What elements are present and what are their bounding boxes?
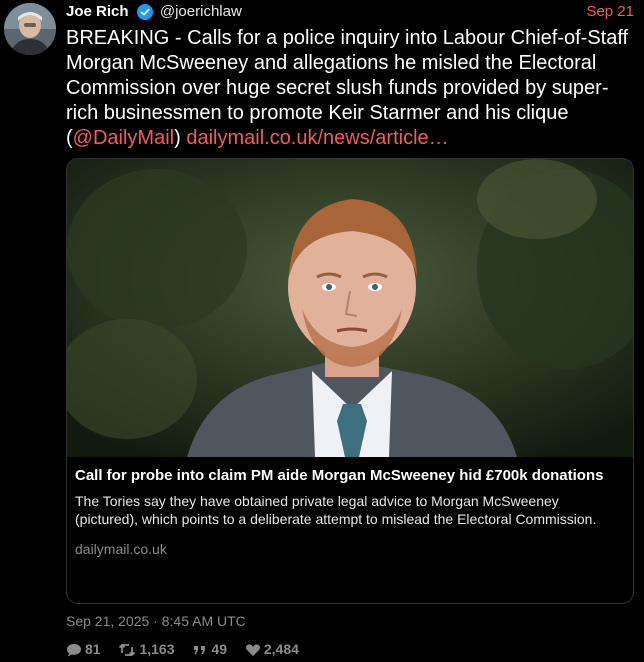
tweet-text: BREAKING - Calls for a police inquiry in… <box>66 26 636 151</box>
author-name[interactable]: Joe Rich <box>66 2 129 22</box>
avatar-photo-icon <box>4 3 56 55</box>
quote-stat[interactable]: 49 <box>192 640 227 658</box>
card-image[interactable] <box>67 159 633 457</box>
author-avatar[interactable] <box>4 3 56 55</box>
quote-icon <box>194 646 206 654</box>
reply-count: 81 <box>85 641 101 657</box>
quote-count: 49 <box>211 641 227 657</box>
article-link[interactable]: dailymail.co.uk/news/article… <box>186 127 448 149</box>
tweet-date[interactable]: Sep 21 <box>586 2 634 22</box>
author-handle[interactable]: @joerichlaw <box>160 2 242 22</box>
mention-link[interactable]: @DailyMail <box>73 127 174 149</box>
card-description: The Tories say they have obtained privat… <box>75 493 597 527</box>
tweet-header: Joe Rich @joerichlaw Sep 21 <box>66 2 634 22</box>
news-photo-icon <box>67 159 633 457</box>
link-card[interactable]: Call for probe into claim PM aide Morgan… <box>66 158 634 604</box>
like-count: 2,484 <box>263 641 299 657</box>
tweet-body-after: ) <box>174 127 187 149</box>
tweet-timestamp[interactable]: Sep 21, 2025 · 8:45 AM UTC <box>66 612 246 630</box>
verified-badge-icon <box>136 4 153 20</box>
reply-icon <box>67 644 81 657</box>
tweet: Joe Rich @joerichlaw Sep 21 BREAKING - C… <box>0 0 644 662</box>
like-stat[interactable]: 2,484 <box>245 640 299 658</box>
card-domain: dailymail.co.uk <box>75 541 167 557</box>
reply-stat[interactable]: 81 <box>66 640 101 658</box>
retweet-icon <box>119 643 136 657</box>
card-title[interactable]: Call for probe into claim PM aide Morgan… <box>75 465 623 486</box>
retweet-stat[interactable]: 1,163 <box>118 640 175 658</box>
heart-icon <box>245 644 260 656</box>
tweet-stats: 81 1,163 49 2,484 <box>66 640 313 658</box>
retweet-count: 1,163 <box>139 641 175 657</box>
card-body: Call for probe into claim PM aide Morgan… <box>75 465 623 558</box>
